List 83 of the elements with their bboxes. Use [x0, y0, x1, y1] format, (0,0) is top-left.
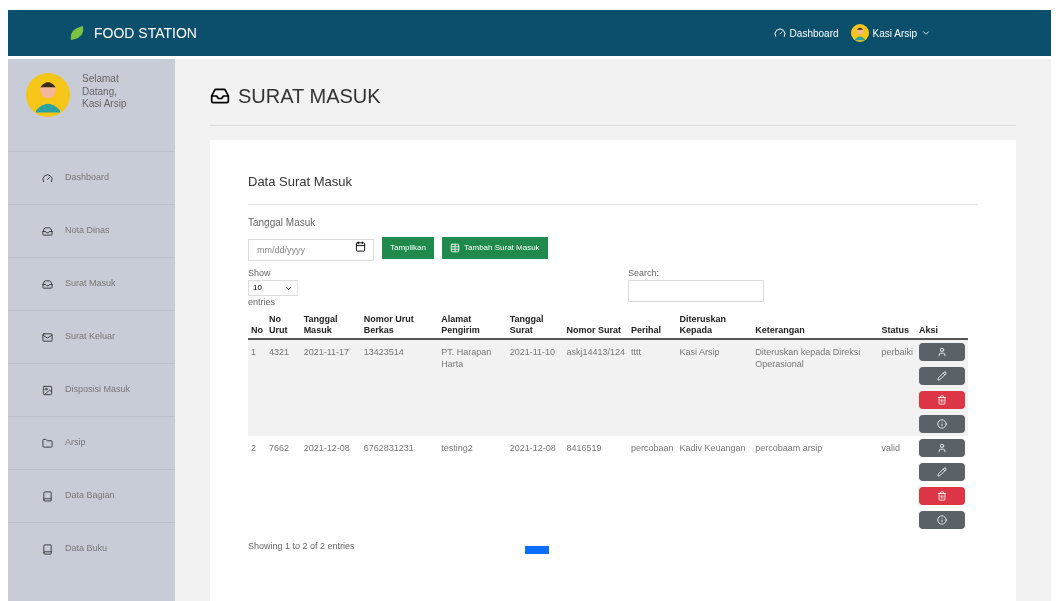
book-icon	[42, 543, 53, 555]
table-cell: tttt	[627, 339, 677, 436]
edit-button[interactable]	[918, 463, 965, 481]
column-header: No	[248, 311, 266, 339]
inbox-icon	[42, 225, 53, 237]
show-button[interactable]: Tampilkan	[382, 237, 434, 259]
table-cell: 7662	[266, 436, 301, 532]
column-header: Tanggal Surat	[506, 311, 564, 339]
column-header: Alamat Pengirim	[438, 311, 507, 339]
edit-icon	[936, 467, 947, 477]
table-icon	[450, 243, 460, 253]
folder-icon	[42, 437, 53, 449]
table-cell: Diteruskan kepada Direksi Operasional	[752, 339, 879, 436]
user-icon	[936, 443, 947, 453]
column-header: Nomor Surat	[563, 311, 628, 339]
dashboard-icon	[773, 27, 786, 39]
info-icon	[936, 419, 947, 429]
add-button[interactable]: Tambah Surat Masuk	[442, 237, 548, 259]
info-button[interactable]	[918, 415, 965, 433]
field-label: Tanggal Masuk	[248, 215, 317, 230]
table-cell: percobaan	[627, 436, 677, 532]
image-icon	[42, 384, 53, 396]
avatar-icon	[26, 73, 70, 117]
trash-icon	[936, 491, 947, 501]
table-cell: 13423514	[360, 339, 439, 436]
column-header: No Urut	[266, 311, 301, 339]
user-button[interactable]	[918, 439, 965, 457]
table-cell: 2021-12-08	[506, 436, 564, 532]
avatar-icon	[850, 24, 869, 42]
edit-button[interactable]	[918, 367, 965, 385]
table-cell: 1	[248, 339, 266, 436]
table-cell: 2	[248, 436, 266, 532]
pagination-button[interactable]	[524, 545, 549, 554]
column-header: Perihal	[627, 311, 677, 339]
inbox-icon	[42, 278, 53, 290]
date-field[interactable]: mm/dd/yyyy	[248, 238, 374, 261]
search-label: Search:	[628, 266, 661, 280]
calendar-icon	[355, 240, 366, 252]
table-cell: 4321	[266, 339, 301, 436]
table-cell: 2021-11-17	[300, 339, 361, 436]
inbox-icon	[210, 86, 230, 106]
user-button[interactable]	[918, 343, 965, 361]
search-field[interactable]	[628, 280, 764, 302]
table-cell: percobaam arsip	[752, 436, 879, 532]
column-header: Status	[878, 311, 916, 339]
book-icon	[42, 490, 53, 502]
page-size-select[interactable]: 10	[248, 280, 298, 296]
table-cell: Kadiv Keuangan	[676, 436, 753, 532]
table-cell: Kasi Arsip	[676, 339, 753, 436]
page-title: SURAT MASUK	[238, 84, 381, 109]
table-cell: 2021-12-08	[300, 436, 361, 532]
table-cell: perbaiki	[878, 339, 916, 436]
table-cell: 8416519	[563, 436, 628, 532]
info-icon	[936, 515, 947, 525]
user-icon	[936, 347, 947, 357]
column-header: Nomor Urut Berkas	[360, 311, 439, 339]
column-header: Aksi	[915, 311, 968, 339]
table-cell: 2021-11-10	[506, 339, 564, 436]
trash-icon	[936, 395, 947, 405]
table-info: Showing 1 to 2 of 2 entries	[248, 540, 355, 553]
dashboard-icon	[42, 172, 53, 184]
table-cell: testing2	[438, 436, 507, 532]
card-title: Data Surat Masuk	[248, 172, 978, 205]
show-label: Show	[248, 266, 272, 280]
column-header: Diteruskan Kepada	[676, 311, 753, 339]
table-cell: askj14413/124	[563, 339, 628, 436]
brand-name[interactable]: FOOD STATION	[94, 22, 197, 44]
user-menu[interactable]: Kasi Arsip	[850, 24, 931, 42]
dashboard-link[interactable]: Dashboard	[773, 25, 839, 41]
delete-button[interactable]	[918, 487, 965, 505]
envelope-icon	[42, 331, 53, 343]
table-cell: valid	[878, 436, 916, 532]
column-header: Keterangan	[752, 311, 879, 339]
table-cell: PT. Harapan Harta	[438, 339, 507, 436]
table-cell: 6762831231	[360, 436, 439, 532]
edit-icon	[936, 371, 947, 381]
entries-label: entries	[248, 296, 276, 309]
column-header: Tanggal Masuk	[300, 311, 361, 339]
greeting-text: Selamat Datang, Kasi Arsip	[82, 73, 128, 111]
leaf-logo-icon	[68, 24, 86, 42]
info-button[interactable]	[918, 511, 965, 529]
caret-icon	[921, 28, 931, 38]
delete-button[interactable]	[918, 391, 965, 409]
